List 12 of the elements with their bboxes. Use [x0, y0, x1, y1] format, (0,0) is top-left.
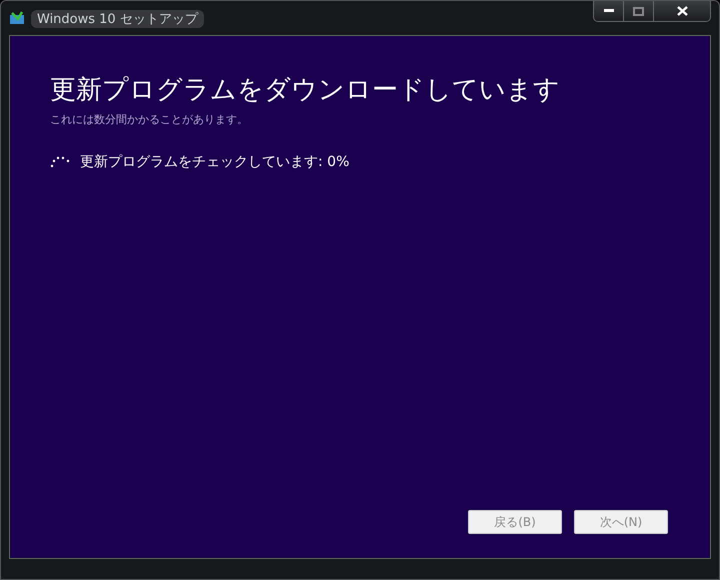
setup-icon — [9, 11, 25, 25]
minimize-button[interactable] — [594, 1, 624, 21]
minimize-icon — [604, 9, 614, 13]
page-heading: 更新プログラムをダウンロードしています — [50, 74, 561, 107]
maximize-button[interactable] — [624, 1, 654, 21]
spinner-icon — [50, 155, 70, 169]
window-title: Windows 10 セットアップ — [31, 10, 204, 28]
maximize-icon — [633, 6, 644, 16]
status-text: 更新プログラムをチェックしています: 0% — [80, 153, 350, 171]
subtitle: これには数分間かかることがあります。 — [50, 112, 249, 127]
close-button[interactable] — [654, 1, 710, 21]
close-icon — [676, 6, 688, 16]
